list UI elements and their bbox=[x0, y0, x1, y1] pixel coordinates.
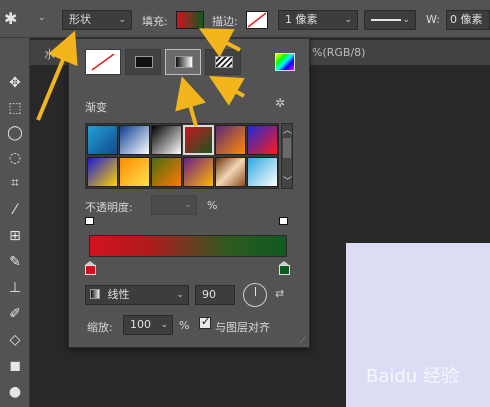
color-stop-right[interactable] bbox=[279, 261, 290, 275]
gradient-preset-10[interactable] bbox=[183, 157, 214, 187]
gradient-type-value: 线性 bbox=[107, 288, 130, 301]
quick-select-tool-icon[interactable]: ◌ bbox=[4, 148, 26, 168]
resize-grip-icon[interactable]: ⟋ bbox=[300, 336, 306, 346]
gradient-button[interactable] bbox=[165, 49, 201, 75]
history-brush-tool-icon[interactable]: ✐ bbox=[4, 304, 26, 324]
gradient-preset-3[interactable] bbox=[151, 125, 182, 155]
crop-tool-icon[interactable]: ⌗ bbox=[4, 173, 26, 193]
mode-select[interactable]: 形状 ⌄ bbox=[62, 10, 132, 30]
gradient-preset-1[interactable] bbox=[87, 125, 118, 155]
scroll-up-icon[interactable]: ︿ bbox=[283, 123, 292, 136]
solid-color-button[interactable] bbox=[125, 49, 161, 75]
stroke-width-select[interactable]: 1 像素 ⌄ bbox=[278, 10, 358, 30]
gradient-preset-7[interactable] bbox=[87, 157, 118, 187]
stroke-type-select[interactable]: ⌄ bbox=[364, 10, 416, 30]
width-value: 0 像素 bbox=[450, 13, 483, 26]
gear-icon[interactable]: ✲ bbox=[275, 96, 285, 110]
gradient-preset-5[interactable] bbox=[215, 125, 246, 155]
scale-value: 100 bbox=[130, 318, 151, 331]
options-bar: ✱ ⌄ 形状 ⌄ 填充: 描边: 1 像素 ⌄ ⌄ W: 0 像素 bbox=[0, 0, 490, 38]
gradient-presets-grid bbox=[85, 123, 279, 189]
gradient-preset-6[interactable] bbox=[247, 125, 278, 155]
watermark-text: Baidu 经验 bbox=[366, 366, 459, 387]
gradient-preset-9[interactable] bbox=[151, 157, 182, 187]
gradient-preset-12[interactable] bbox=[247, 157, 278, 187]
gradient-preset-11[interactable] bbox=[215, 157, 246, 187]
align-checkbox[interactable]: ✓ bbox=[199, 315, 211, 329]
gradient-section-title: 渐变 bbox=[85, 101, 107, 114]
scale-unit: % bbox=[179, 319, 190, 332]
gradient-tool-icon[interactable]: ◼ bbox=[4, 356, 26, 376]
checkmark-icon: ✓ bbox=[201, 315, 211, 328]
color-picker-icon[interactable] bbox=[275, 53, 295, 71]
pattern-button[interactable] bbox=[205, 49, 241, 75]
eraser-tool-icon[interactable]: ◇ bbox=[4, 330, 26, 350]
stroke-type-line-icon bbox=[371, 19, 401, 21]
gradient-preset-4[interactable] bbox=[183, 125, 214, 155]
opacity-stop-left[interactable] bbox=[85, 217, 94, 229]
w-label: W: bbox=[426, 13, 440, 26]
fill-swatch[interactable] bbox=[176, 11, 204, 29]
move-tool-icon[interactable]: ✥ bbox=[4, 73, 26, 93]
watermark: Baidu 经验 bbox=[366, 362, 459, 388]
gradient-icon bbox=[175, 56, 193, 68]
angle-dial-needle bbox=[255, 287, 256, 296]
gradient-preset-8[interactable] bbox=[119, 157, 150, 187]
no-color-slash-icon bbox=[91, 53, 115, 71]
scrollbar-thumb[interactable] bbox=[283, 138, 291, 158]
chevron-down-icon: ⌄ bbox=[184, 200, 192, 210]
angle-dial[interactable] bbox=[243, 283, 267, 307]
gradient-type-icon bbox=[90, 289, 100, 299]
color-stop-left[interactable] bbox=[85, 261, 96, 275]
gradient-preset-2[interactable] bbox=[119, 125, 150, 155]
pattern-icon bbox=[215, 56, 233, 68]
width-input[interactable]: 0 像素 bbox=[446, 10, 490, 30]
scroll-down-icon[interactable]: ﹀ bbox=[283, 174, 292, 187]
scale-label: 缩放: bbox=[87, 321, 113, 334]
chevron-down-icon: ⌄ bbox=[402, 15, 410, 25]
solid-color-icon bbox=[135, 56, 153, 68]
tool-preset-chevron-icon[interactable]: ⌄ bbox=[38, 13, 46, 23]
opacity-label: 不透明度: bbox=[85, 201, 133, 214]
lasso-tool-icon[interactable]: ◯ bbox=[4, 123, 26, 143]
align-label: 与图层对齐 bbox=[215, 321, 270, 334]
gradient-preview-bar[interactable] bbox=[89, 235, 287, 257]
gradient-type-select[interactable]: 线性 ⌄ bbox=[85, 285, 189, 305]
fill-label: 填充: bbox=[142, 15, 168, 28]
reverse-gradient-icon[interactable]: ⇄ bbox=[275, 287, 284, 300]
document-tab-left[interactable]: 水 bbox=[44, 46, 55, 62]
brush-tool-icon[interactable]: ✎ bbox=[4, 252, 26, 272]
angle-input[interactable]: 90 bbox=[195, 285, 235, 305]
healing-tool-icon[interactable]: ⊞ bbox=[4, 226, 26, 246]
eyedropper-tool-icon[interactable]: ⁄ bbox=[4, 200, 26, 220]
no-stroke-slash-icon bbox=[247, 12, 267, 28]
angle-value: 90 bbox=[202, 288, 216, 301]
presets-scrollbar[interactable]: ︿ ﹀ bbox=[281, 123, 293, 189]
chevron-down-icon: ⌄ bbox=[118, 15, 126, 25]
shape-tool-icon[interactable]: ✱ bbox=[4, 10, 26, 30]
stroke-width-value: 1 像素 bbox=[285, 13, 318, 26]
stroke-label: 描边: bbox=[212, 15, 238, 28]
opacity-unit: % bbox=[207, 199, 218, 212]
chevron-down-icon: ⌄ bbox=[176, 290, 184, 300]
tools-panel: ✥ ⬚ ◯ ◌ ⌗ ⁄ ⊞ ✎ ⊥ ✐ ◇ ◼ ● bbox=[0, 38, 30, 407]
scale-input[interactable]: 100 ⌄ bbox=[123, 315, 173, 335]
stroke-swatch[interactable] bbox=[246, 11, 268, 29]
document-tab-right[interactable]: %(RGB/8) bbox=[312, 46, 365, 59]
chevron-down-icon: ⌄ bbox=[344, 15, 352, 25]
chevron-down-icon: ⌄ bbox=[160, 320, 168, 330]
opacity-input[interactable]: ⌄ bbox=[151, 195, 197, 215]
stamp-tool-icon[interactable]: ⊥ bbox=[4, 278, 26, 298]
fill-popup-panel: 渐变 ✲ ︿ ﹀ 不透明度: ⌄ % 线性 ⌄ 90 ⇄ 缩放: 100 ⌄ %… bbox=[68, 38, 310, 348]
mode-select-value: 形状 bbox=[69, 13, 91, 26]
opacity-stop-right[interactable] bbox=[279, 217, 288, 229]
blur-tool-icon[interactable]: ● bbox=[4, 382, 26, 402]
marquee-tool-icon[interactable]: ⬚ bbox=[4, 98, 26, 118]
no-fill-button[interactable] bbox=[85, 49, 121, 75]
